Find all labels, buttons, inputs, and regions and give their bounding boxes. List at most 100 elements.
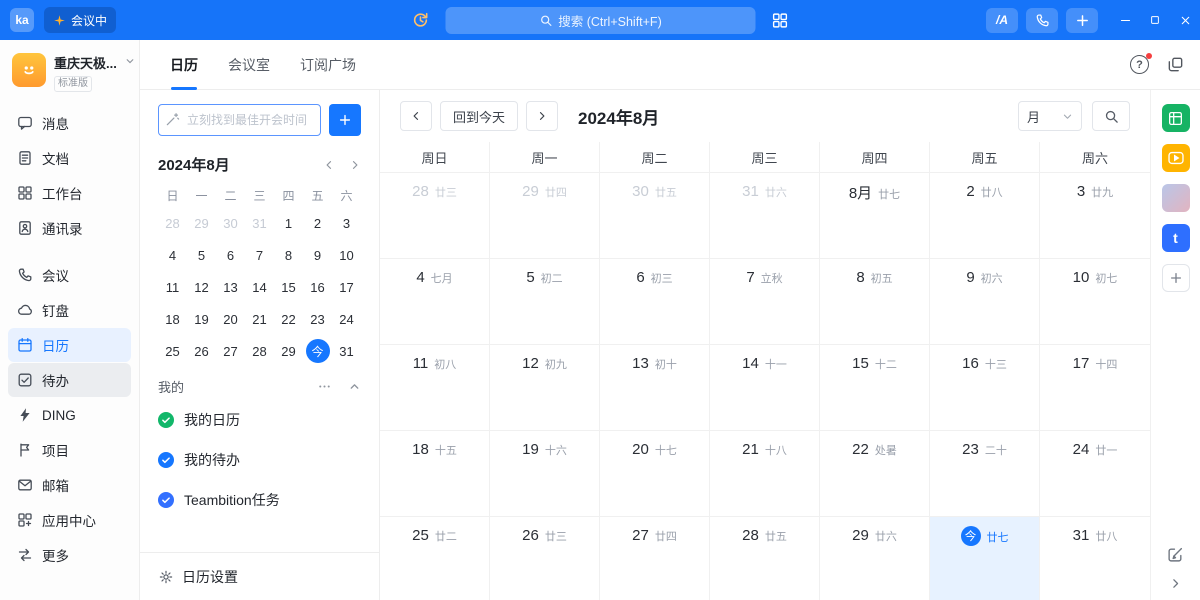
mini-calendar-day[interactable]: 19 xyxy=(187,303,216,335)
calendar-cell-today[interactable]: 今廿七 xyxy=(930,517,1040,600)
mini-calendar-day[interactable]: 28 xyxy=(245,335,274,367)
mini-calendar-day[interactable]: 11 xyxy=(158,271,187,303)
mini-calendar-day[interactable]: 14 xyxy=(245,271,274,303)
mini-calendar-day[interactable]: 3 xyxy=(332,207,361,239)
collapse-icon[interactable] xyxy=(348,380,361,393)
calendar-cell[interactable]: 16十三 xyxy=(930,345,1040,431)
sidebar-item-project[interactable]: 项目 xyxy=(8,433,131,467)
mini-calendar-day[interactable]: 31 xyxy=(245,207,274,239)
help-icon[interactable]: ? xyxy=(1130,55,1149,74)
mini-calendar-day[interactable]: 12 xyxy=(187,271,216,303)
meeting-status-badge[interactable]: 会议中 xyxy=(44,7,116,33)
mini-calendar-day[interactable]: 6 xyxy=(216,239,245,271)
tab-会议室[interactable]: 会议室 xyxy=(228,40,270,90)
mini-calendar-day[interactable]: 9 xyxy=(303,239,332,271)
mini-calendar-day[interactable]: 16 xyxy=(303,271,332,303)
calendar-cell[interactable]: 19十六 xyxy=(490,431,600,517)
calendar-list-item[interactable]: Teambition任务 xyxy=(158,480,361,520)
calendar-cell[interactable]: 9初六 xyxy=(930,259,1040,345)
calendar-cell[interactable]: 28廿五 xyxy=(710,517,820,600)
sidebar-item-doc[interactable]: 文档 xyxy=(8,141,131,175)
calendar-cell[interactable]: 7立秋 xyxy=(710,259,820,345)
multi-window-icon[interactable] xyxy=(1167,56,1184,73)
calendar-settings[interactable]: 日历设置 xyxy=(140,552,379,600)
tab-订阅广场[interactable]: 订阅广场 xyxy=(300,40,356,90)
mini-calendar-day[interactable]: 23 xyxy=(303,303,332,335)
minimize-button[interactable] xyxy=(1110,0,1140,40)
mini-calendar-day[interactable]: 7 xyxy=(245,239,274,271)
sidebar-item-drive[interactable]: 钉盘 xyxy=(8,293,131,327)
tab-日历[interactable]: 日历 xyxy=(170,40,198,90)
expand-rail-icon[interactable] xyxy=(1169,577,1182,590)
view-mode-select[interactable]: 月 xyxy=(1018,101,1082,131)
close-button[interactable] xyxy=(1170,0,1200,40)
mini-calendar-day[interactable]: 22 xyxy=(274,303,303,335)
mini-calendar-day[interactable]: 29 xyxy=(274,335,303,367)
rail-app-add[interactable] xyxy=(1162,264,1190,292)
calendar-cell[interactable]: 14十一 xyxy=(710,345,820,431)
mini-calendar-day[interactable]: 10 xyxy=(332,239,361,271)
calendar-cell[interactable]: 25廿二 xyxy=(380,517,490,600)
sidebar-item-todo[interactable]: 待办 xyxy=(8,363,131,397)
calendar-cell[interactable]: 29廿四 xyxy=(490,173,600,259)
maximize-button[interactable] xyxy=(1140,0,1170,40)
mini-calendar-day[interactable]: 26 xyxy=(187,335,216,367)
ai-button[interactable]: /A xyxy=(986,8,1018,33)
history-icon[interactable] xyxy=(412,11,430,29)
rail-avatar[interactable] xyxy=(1162,184,1190,212)
global-search-input[interactable]: 搜索 (Ctrl+Shift+F) xyxy=(446,7,756,34)
mini-calendar-day[interactable]: 25 xyxy=(158,335,187,367)
calendar-cell[interactable]: 30廿五 xyxy=(600,173,710,259)
calendar-cell[interactable]: 24廿一 xyxy=(1040,431,1150,517)
mini-calendar-day[interactable]: 1 xyxy=(274,207,303,239)
sidebar-item-calendar[interactable]: 日历 xyxy=(8,328,131,362)
mini-calendar-day[interactable]: 29 xyxy=(187,207,216,239)
mini-calendar-day[interactable]: 30 xyxy=(216,207,245,239)
add-button[interactable] xyxy=(1066,8,1098,33)
calendar-cell[interactable]: 31廿八 xyxy=(1040,517,1150,600)
calendar-cell[interactable]: 5初二 xyxy=(490,259,600,345)
rail-app-video[interactable] xyxy=(1162,144,1190,172)
mini-calendar-day[interactable]: 31 xyxy=(332,335,361,367)
calendar-search-button[interactable] xyxy=(1092,101,1130,131)
mini-calendar-day[interactable]: 24 xyxy=(332,303,361,335)
mini-calendar-day[interactable]: 8 xyxy=(274,239,303,271)
calendar-cell[interactable]: 26廿三 xyxy=(490,517,600,600)
calendar-cell[interactable]: 21十八 xyxy=(710,431,820,517)
sidebar-item-appcenter[interactable]: 应用中心 xyxy=(8,503,131,537)
calendar-cell[interactable]: 23二十 xyxy=(930,431,1040,517)
sidebar-item-message[interactable]: 消息 xyxy=(8,106,131,140)
sidebar-item-mail[interactable]: 邮箱 xyxy=(8,468,131,502)
sidebar-item-more[interactable]: 更多 xyxy=(8,538,131,572)
calendar-cell[interactable]: 3廿九 xyxy=(1040,173,1150,259)
chevron-left-icon[interactable] xyxy=(323,159,335,171)
calendar-checkbox[interactable] xyxy=(158,452,174,468)
calendar-cell[interactable]: 20十七 xyxy=(600,431,710,517)
more-options-icon[interactable] xyxy=(317,379,332,394)
rail-app-teambition[interactable]: t xyxy=(1162,224,1190,252)
mini-calendar-day[interactable]: 21 xyxy=(245,303,274,335)
compose-icon[interactable] xyxy=(1167,546,1184,563)
mini-calendar-day[interactable]: 今 xyxy=(303,335,332,367)
mini-calendar-day[interactable]: 13 xyxy=(216,271,245,303)
app-logo[interactable]: ka xyxy=(10,8,34,32)
meeting-time-search-input[interactable] xyxy=(158,104,321,136)
calendar-cell[interactable]: 11初八 xyxy=(380,345,490,431)
calendar-cell[interactable]: 12初九 xyxy=(490,345,600,431)
back-to-today-button[interactable]: 回到今天 xyxy=(440,101,518,131)
calendar-checkbox[interactable] xyxy=(158,492,174,508)
next-month-button[interactable] xyxy=(526,101,558,131)
calendar-cell[interactable]: 8月廿七 xyxy=(820,173,930,259)
calendar-cell[interactable]: 6初三 xyxy=(600,259,710,345)
chevron-right-icon[interactable] xyxy=(349,159,361,171)
calendar-cell[interactable]: 31廿六 xyxy=(710,173,820,259)
calendar-cell[interactable]: 22处暑 xyxy=(820,431,930,517)
mini-calendar-day[interactable]: 15 xyxy=(274,271,303,303)
mini-calendar-day[interactable]: 20 xyxy=(216,303,245,335)
prev-month-button[interactable] xyxy=(400,101,432,131)
rail-app-spreadsheet[interactable] xyxy=(1162,104,1190,132)
calendar-cell[interactable]: 18十五 xyxy=(380,431,490,517)
calendar-cell[interactable]: 27廿四 xyxy=(600,517,710,600)
sidebar-item-ding[interactable]: DING xyxy=(8,398,131,432)
calendar-cell[interactable]: 28廿三 xyxy=(380,173,490,259)
